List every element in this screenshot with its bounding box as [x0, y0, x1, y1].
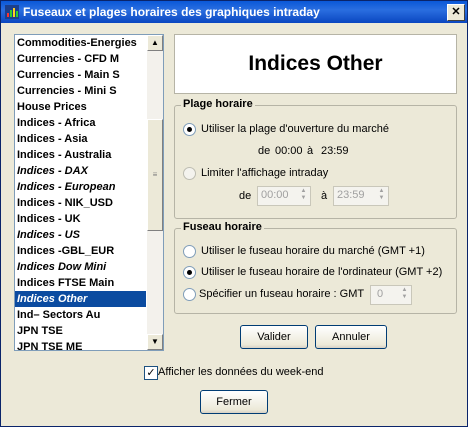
limit-to-value: 23:59 — [337, 189, 365, 201]
list-item[interactable]: Indices - US — [15, 227, 146, 243]
list-item[interactable]: Indices - European — [15, 179, 146, 195]
market-list-items: Commodities-Energies Currencies - CFD M Cu… — [15, 35, 146, 350]
list-item[interactable]: Ind– Sectors Au — [15, 307, 146, 323]
list-scrollbar[interactable]: ▲ ≡ ▼ — [147, 35, 163, 350]
list-item[interactable]: Currencies - Main S — [15, 67, 146, 83]
list-item[interactable]: Currencies - Mini S — [15, 83, 146, 99]
range-de-label: de — [258, 145, 271, 157]
scroll-thumb[interactable]: ≡ — [147, 119, 163, 231]
window-title: Fuseaux et plages horaires des graphique… — [23, 5, 320, 19]
limit-to-spinner[interactable]: 23:59 ▲ ▼ — [333, 186, 389, 206]
spinner-arrows-icon[interactable]: ▲ ▼ — [399, 287, 410, 301]
checkmark-icon: ✓ — [146, 367, 156, 379]
list-item[interactable]: Indices - DAX — [15, 163, 146, 179]
plage-horaire-title: Plage horaire — [181, 98, 255, 110]
list-item[interactable]: Commodities-Energies — [15, 35, 146, 51]
limit-from-spinner[interactable]: 00:00 ▲ ▼ — [257, 186, 311, 206]
valider-button[interactable]: Valider — [240, 325, 308, 349]
list-item[interactable]: Indices Dow Mini — [15, 259, 146, 275]
selected-market-panel: Indices Other — [174, 34, 457, 94]
gmt-offset-spinner[interactable]: 0 ▲ ▼ — [370, 285, 412, 305]
list-item[interactable]: Currencies - CFD M — [15, 51, 146, 67]
list-item[interactable]: Indices -GBL_EUR — [15, 243, 146, 259]
range-to-value: 23:59 — [321, 145, 349, 157]
scroll-up-button[interactable]: ▲ — [147, 35, 163, 51]
fuseau-market-radio[interactable] — [183, 245, 196, 258]
list-item[interactable]: JPN TSE ME — [15, 339, 146, 350]
market-list[interactable]: Commodities-Energies Currencies - CFD M Cu… — [14, 34, 164, 351]
selected-market-title: Indices Other — [248, 52, 383, 75]
weekend-checkbox[interactable]: ✓ — [144, 366, 158, 380]
fuseau-market-label: Utiliser le fuseau horaire du marché (GM… — [201, 245, 425, 257]
close-button[interactable]: ✕ — [447, 4, 465, 21]
limit-from-value: 00:00 — [261, 189, 289, 201]
fuseau-custom-radio[interactable] — [183, 288, 196, 301]
title-bar[interactable]: Fuseaux et plages horaires des graphique… — [1, 1, 467, 23]
fuseau-custom-label: Spécifier un fuseau horaire : GMT — [199, 288, 365, 300]
plage-market-radio[interactable] — [183, 123, 196, 136]
limit-de-label: de — [239, 190, 252, 202]
range-a-label: à — [307, 145, 314, 157]
gmt-offset-value: 0 — [377, 288, 384, 300]
plage-limit-radio[interactable] — [183, 167, 196, 180]
list-item[interactable]: Indices - UK — [15, 211, 146, 227]
chart-app-icon — [5, 5, 19, 19]
fuseau-computer-radio[interactable] — [183, 266, 196, 279]
fermer-button[interactable]: Fermer — [200, 390, 268, 414]
limit-a-label: à — [321, 190, 328, 202]
list-item[interactable]: House Prices — [15, 99, 146, 115]
list-item[interactable]: Indices - Africa — [15, 115, 146, 131]
list-item[interactable]: JPN TSE — [15, 323, 146, 339]
plage-limit-label: Limiter l'affichage intraday — [201, 167, 329, 179]
list-item[interactable]: Indices - Australia — [15, 147, 146, 163]
list-item[interactable]: Indices FTSE Main — [15, 275, 146, 291]
plage-horaire-group: Plage horaire Utiliser la plage d'ouvert… — [174, 98, 457, 219]
fuseau-horaire-group: Fuseau horaire Utiliser le fuseau horair… — [174, 221, 457, 314]
annuler-button[interactable]: Annuler — [315, 325, 387, 349]
fuseau-computer-label: Utiliser le fuseau horaire de l'ordinate… — [201, 266, 443, 278]
range-from-value: 00:00 — [275, 145, 303, 157]
list-item[interactable]: Indices - Asia — [15, 131, 146, 147]
plage-market-label: Utiliser la plage d'ouverture du marché — [201, 123, 389, 135]
spinner-arrows-icon[interactable]: ▲ ▼ — [376, 188, 387, 202]
scroll-down-button[interactable]: ▼ — [147, 334, 163, 350]
spinner-arrows-icon[interactable]: ▲ ▼ — [298, 188, 309, 202]
fuseau-horaire-title: Fuseau horaire — [181, 221, 264, 233]
dialog-window: Fuseaux et plages horaires des graphique… — [0, 0, 468, 427]
list-item[interactable]: Indices Other — [15, 291, 146, 307]
weekend-label: Afficher les données du week-end — [158, 366, 324, 378]
list-item[interactable]: Indices - NIK_USD — [15, 195, 146, 211]
